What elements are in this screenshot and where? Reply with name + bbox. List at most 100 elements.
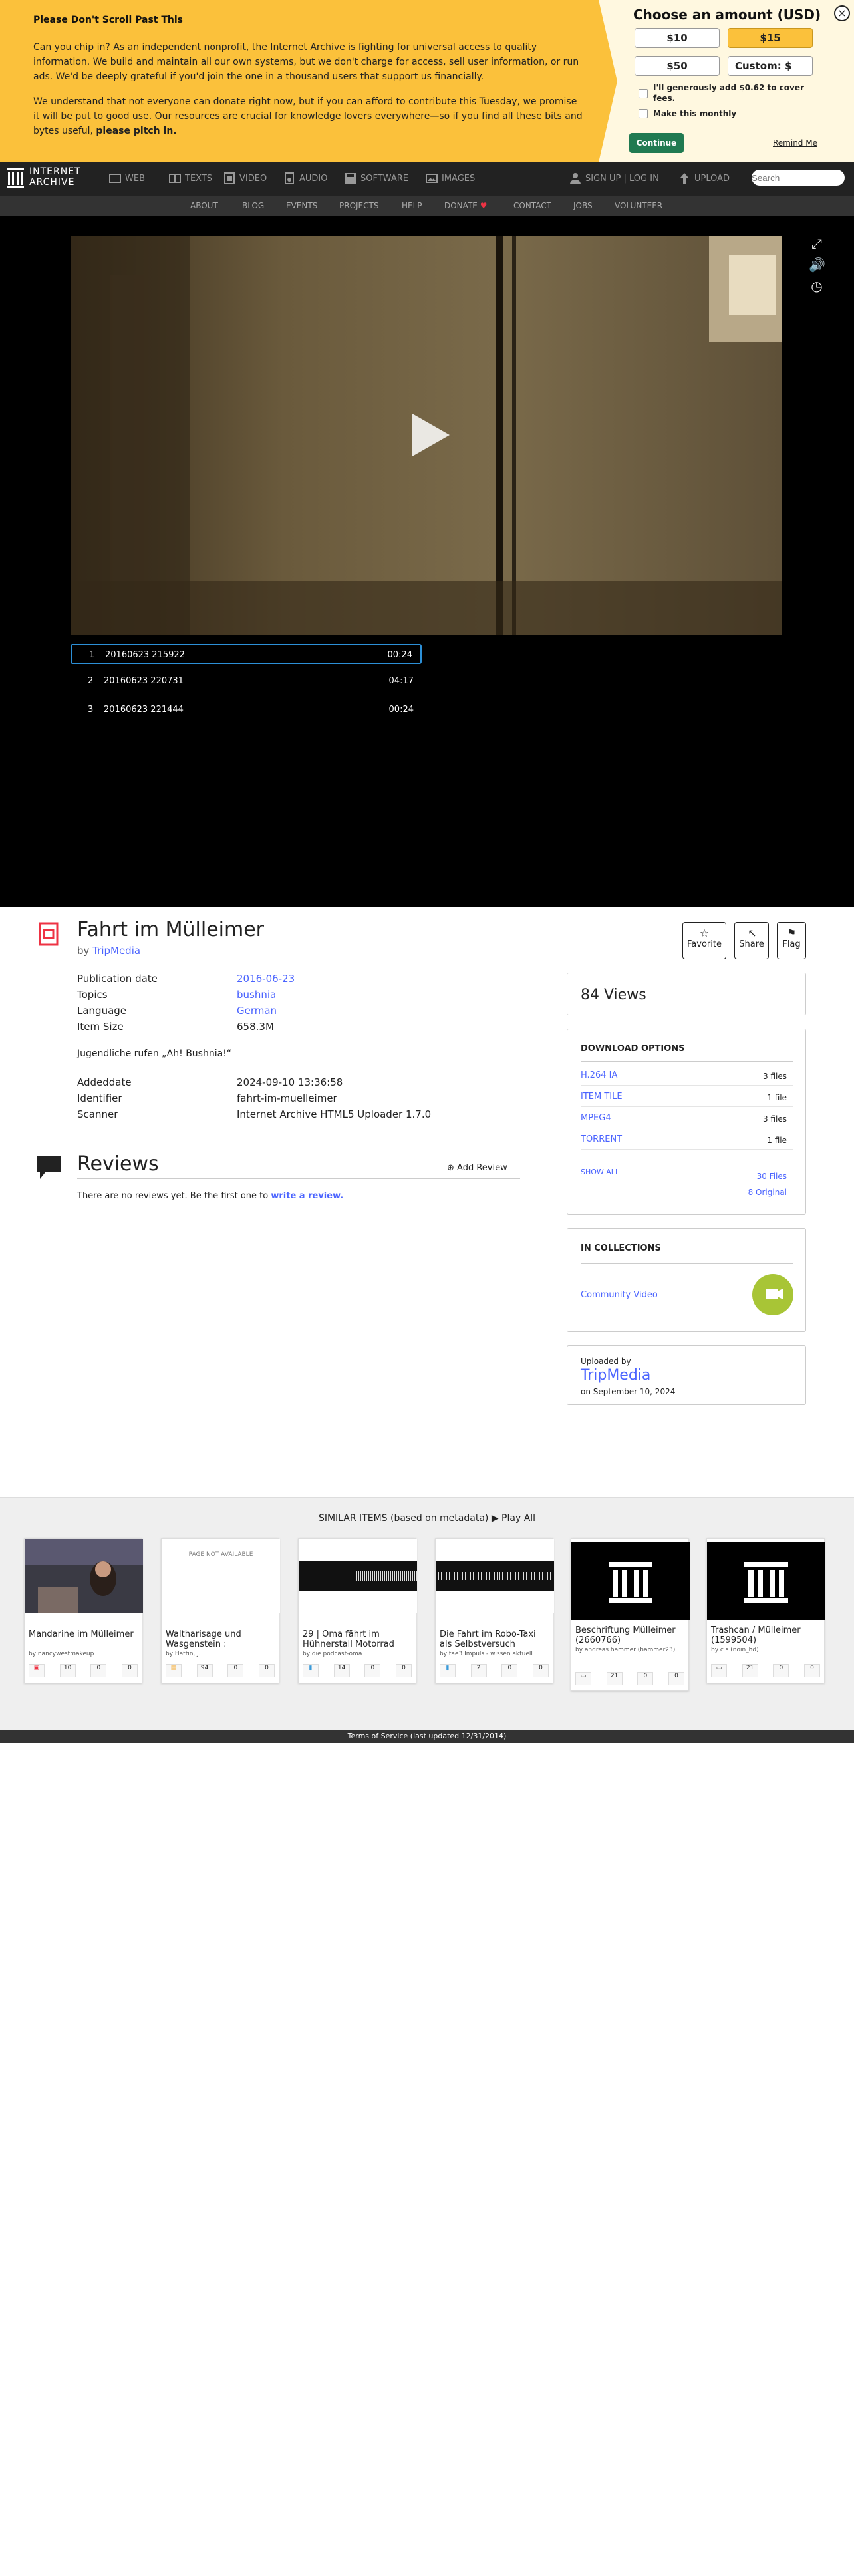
nav-images[interactable]: IMAGES bbox=[426, 172, 475, 185]
divider bbox=[581, 1263, 793, 1264]
download-torrent-link[interactable]: TORRENT bbox=[581, 1134, 622, 1144]
playlist-row[interactable]: 3 20160623 221444 00:24 bbox=[71, 700, 422, 720]
archive-logo-text[interactable]: INTERNET ARCHIVE bbox=[29, 166, 81, 188]
page-not-available-image: PAGE NOT AVAILABLE bbox=[162, 1539, 280, 1613]
speaker-icon bbox=[285, 172, 294, 184]
similar-item-tile[interactable]: Mandarine im Mülleimer by nancywestmakeu… bbox=[24, 1538, 143, 1683]
language-link[interactable]: German bbox=[237, 1005, 277, 1017]
subnav-events[interactable]: EVENTS bbox=[286, 201, 317, 210]
playlist-row[interactable]: 1 20160623 215922 00:24 bbox=[71, 644, 422, 664]
user-icon bbox=[570, 173, 581, 184]
favorite-button[interactable]: ☆ Favorite bbox=[682, 922, 726, 959]
metadata-key: Scanner bbox=[77, 1108, 118, 1120]
uploader-link[interactable]: TripMedia bbox=[581, 1367, 650, 1384]
nav-signup-login[interactable]: SIGN UP | LOG IN bbox=[569, 172, 659, 185]
collections-panel: IN COLLECTIONS Community Video bbox=[567, 1228, 806, 1332]
movie-icon: ▣ bbox=[29, 1664, 45, 1677]
subnav-help[interactable]: HELP bbox=[402, 201, 422, 210]
download-mpeg4-link[interactable]: MPEG4 bbox=[581, 1113, 611, 1123]
subnav-about[interactable]: ABOUT bbox=[190, 201, 218, 210]
cover-fees-checkbox[interactable] bbox=[639, 89, 648, 98]
amount-10-button[interactable]: $10 bbox=[635, 28, 720, 48]
similar-item-tile[interactable]: PAGE NOT AVAILABLE Waltharisage und Wasg… bbox=[161, 1538, 280, 1683]
tile-title: 29 | Oma fährt im Hühnerstall Motorrad bbox=[303, 1629, 394, 1649]
metadata-key: Topics bbox=[77, 989, 108, 1001]
similar-item-tile[interactable]: Trashcan / Mülleimer (1599504) by c s (n… bbox=[706, 1538, 825, 1683]
book-icon bbox=[169, 174, 181, 183]
nav-upload[interactable]: UPLOAD bbox=[678, 172, 730, 185]
reviews-divider bbox=[77, 1178, 520, 1179]
tile-stats: ▮ 14 0 0 bbox=[303, 1664, 412, 1677]
community-video-icon[interactable] bbox=[752, 1274, 793, 1315]
close-banner-button[interactable]: × bbox=[834, 5, 850, 21]
tile-stats: ▤ 94 0 0 bbox=[166, 1664, 275, 1677]
nav-web[interactable]: WEB bbox=[109, 172, 145, 185]
show-all-link[interactable]: SHOW ALL bbox=[581, 1168, 619, 1176]
movie-item-icon bbox=[39, 922, 59, 946]
amount-15-button[interactable]: $15 bbox=[728, 28, 813, 48]
archive-logo-icon[interactable] bbox=[7, 166, 24, 189]
subnav-volunteer[interactable]: VOLUNTEER bbox=[615, 201, 662, 210]
item-size-value: 658.3M bbox=[237, 1021, 274, 1033]
add-review-button[interactable]: ⊕ Add Review bbox=[447, 1163, 507, 1173]
subnav-blog[interactable]: BLOG bbox=[242, 201, 264, 210]
plus-circle-icon: ⊕ bbox=[447, 1163, 454, 1173]
uploaded-by-label: Uploaded by bbox=[581, 1357, 631, 1366]
nav-texts[interactable]: TEXTS bbox=[169, 172, 212, 185]
author-link[interactable]: TripMedia bbox=[92, 945, 140, 957]
remind-me-link[interactable]: Remind Me bbox=[773, 138, 817, 148]
reviews-title: Reviews bbox=[77, 1152, 159, 1176]
play-all-button[interactable]: ▶ Play All bbox=[492, 1513, 535, 1524]
file-count: 3 files bbox=[763, 1114, 787, 1124]
banner-paragraph-1: Can you chip in? As an independent nonpr… bbox=[33, 42, 579, 82]
nav-audio[interactable]: AUDIO bbox=[283, 172, 328, 185]
divider bbox=[581, 1085, 793, 1086]
tile-title: Die Fahrt im Robo-Taxi als Selbstversuch bbox=[440, 1629, 536, 1649]
views-panel: 84 Views bbox=[567, 973, 806, 1015]
fullscreen-icon[interactable]: ⤢ bbox=[809, 236, 825, 251]
custom-amount-field[interactable]: Custom: $ bbox=[728, 56, 813, 76]
similar-item-tile[interactable]: Beschriftung Mülleimer (2660766) by andr… bbox=[571, 1538, 690, 1691]
continue-button[interactable]: Continue bbox=[629, 133, 684, 153]
archive-placeholder-image bbox=[707, 1542, 825, 1620]
file-count: 1 file bbox=[767, 1093, 787, 1102]
collection-link[interactable]: Community Video bbox=[581, 1290, 658, 1300]
write-review-link[interactable]: write a review. bbox=[271, 1191, 343, 1201]
topic-link[interactable]: bushnia bbox=[237, 989, 276, 1001]
similar-item-tile[interactable]: Die Fahrt im Robo-Taxi als Selbstversuch… bbox=[435, 1538, 554, 1683]
footer-terms-link[interactable]: Terms of Service (last updated 12/31/201… bbox=[0, 1730, 854, 1743]
floppy-icon bbox=[345, 173, 356, 184]
tile-author: by die podcast-oma bbox=[303, 1651, 362, 1657]
publication-date-link[interactable]: 2016-06-23 bbox=[237, 973, 295, 985]
web-icon bbox=[109, 174, 121, 183]
uploader-panel: Uploaded by TripMedia on September 10, 2… bbox=[567, 1345, 806, 1405]
playlist-row[interactable]: 2 20160623 220731 04:17 bbox=[71, 671, 422, 691]
share-icon: ⇱ bbox=[747, 927, 756, 939]
amount-50-button[interactable]: $50 bbox=[635, 56, 720, 76]
download-h264-link[interactable]: H.264 IA bbox=[581, 1070, 617, 1080]
share-button[interactable]: ⇱ Share bbox=[734, 922, 769, 959]
subnav-donate[interactable]: DONATE ♥ bbox=[444, 201, 487, 210]
audio-icon: ▮ bbox=[440, 1664, 456, 1677]
nav-software[interactable]: SOFTWARE bbox=[345, 172, 408, 185]
subnav-projects[interactable]: PROJECTS bbox=[339, 201, 378, 210]
amount-panel: Choose an amount (USD) $10 $15 $50 Custo… bbox=[619, 0, 854, 162]
original-files-link[interactable]: 8 Original bbox=[748, 1188, 787, 1197]
subnav-jobs[interactable]: JOBS bbox=[573, 201, 593, 210]
metadata-key: Addeddate bbox=[77, 1076, 132, 1088]
upload-date: on September 10, 2024 bbox=[581, 1387, 676, 1396]
metadata-key: Identifier bbox=[77, 1092, 122, 1104]
similar-item-tile[interactable]: 29 | Oma fährt im Hühnerstall Motorrad b… bbox=[298, 1538, 417, 1683]
play-icon: ▶ bbox=[491, 1513, 499, 1524]
similar-items-title: SIMILAR ITEMS (based on metadata) ▶ Play… bbox=[318, 1513, 536, 1524]
play-icon[interactable] bbox=[412, 414, 450, 456]
volume-icon[interactable]: 🔊 bbox=[809, 257, 825, 273]
monthly-checkbox[interactable] bbox=[639, 109, 648, 118]
clock-icon[interactable]: ◷ bbox=[809, 278, 825, 294]
flag-button[interactable]: ⚑ Flag bbox=[777, 922, 806, 959]
all-files-link[interactable]: 30 Files bbox=[757, 1172, 787, 1181]
search-input[interactable] bbox=[752, 170, 845, 186]
subnav-contact[interactable]: CONTACT bbox=[513, 201, 551, 210]
nav-video[interactable]: VIDEO bbox=[223, 172, 267, 185]
download-item-tile-link[interactable]: ITEM TILE bbox=[581, 1092, 623, 1102]
